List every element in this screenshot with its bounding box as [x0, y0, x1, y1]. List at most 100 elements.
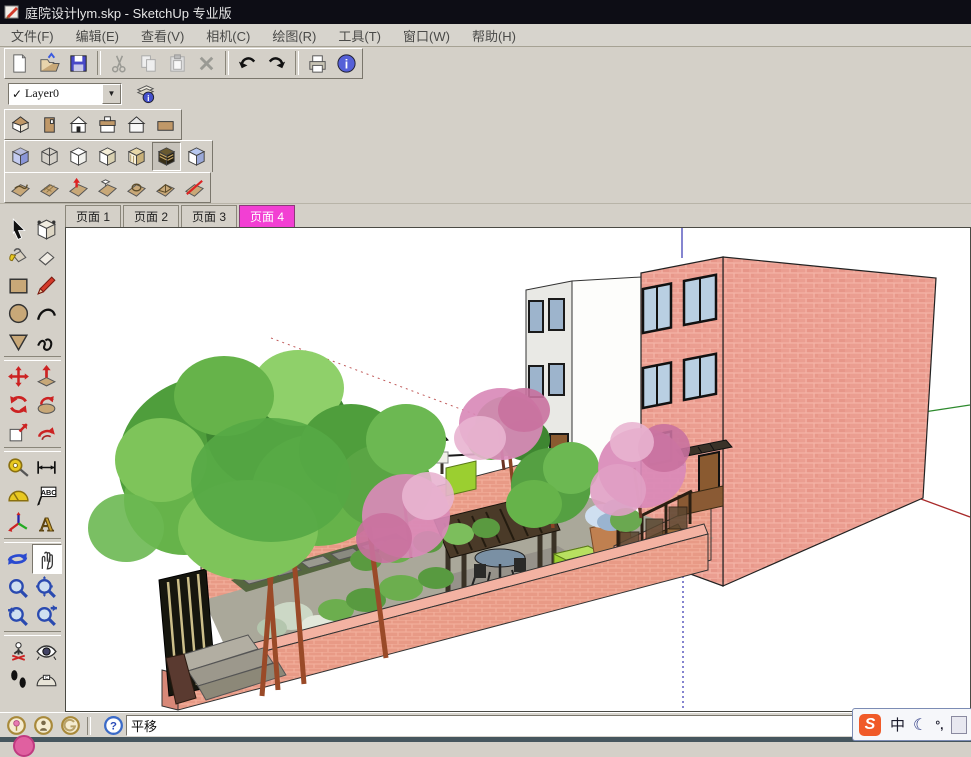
- text-tool-button[interactable]: ABC: [33, 481, 61, 509]
- eraser-icon: [34, 245, 59, 270]
- style-hidden-button[interactable]: [65, 143, 92, 170]
- sb-scratch-button[interactable]: [36, 174, 63, 201]
- protractor-tool-button[interactable]: [5, 481, 33, 509]
- ime-punctuation-toggle[interactable]: °,: [935, 718, 943, 732]
- position-camera-tool-button[interactable]: [5, 637, 33, 665]
- layer-combobox[interactable]: ✓ Layer0 ▼: [8, 83, 122, 105]
- view-back-button[interactable]: [94, 111, 121, 138]
- style-xray-button[interactable]: [7, 143, 34, 170]
- print-button[interactable]: [304, 50, 331, 77]
- cut-button[interactable]: [106, 50, 133, 77]
- orbit-tool-button[interactable]: [4, 544, 32, 572]
- rectangle-tool-button[interactable]: [5, 271, 33, 299]
- menu-file[interactable]: 文件(F): [0, 24, 65, 47]
- redo-button[interactable]: [263, 50, 290, 77]
- sb-stamp-button[interactable]: [94, 174, 121, 201]
- scene-tab-1[interactable]: 页面 1: [65, 205, 121, 227]
- new-file-button[interactable]: [7, 50, 34, 77]
- scene-tab-4[interactable]: 页面 4: [239, 205, 295, 227]
- section-plane-icon: C: [34, 667, 59, 692]
- menu-view[interactable]: 查看(V): [130, 24, 195, 47]
- tool-palette-row: [0, 637, 65, 665]
- view-front-button[interactable]: [65, 111, 92, 138]
- view-top-button[interactable]: [152, 111, 179, 138]
- sb-smoove-button[interactable]: [65, 174, 92, 201]
- zoom-previous-tool-button[interactable]: [5, 602, 33, 630]
- menu-camera[interactable]: 相机(C): [195, 24, 261, 47]
- rotate-tool-button[interactable]: [5, 390, 33, 418]
- zoom-previous-icon: [6, 604, 31, 629]
- paste-button[interactable]: [164, 50, 191, 77]
- sb-detail-button[interactable]: [152, 174, 179, 201]
- freehand-icon: [34, 329, 59, 354]
- paint-bucket-tool-button[interactable]: [5, 243, 33, 271]
- sb-flip-button[interactable]: [181, 174, 208, 201]
- menu-bar: 文件(F)编辑(E)查看(V)相机(C)绘图(R)工具(T)窗口(W)帮助(H): [0, 24, 971, 47]
- view-iso-button[interactable]: [7, 111, 34, 138]
- ime-keyboard-icon[interactable]: [951, 716, 967, 734]
- zoom-extents-tool-button[interactable]: [33, 574, 61, 602]
- axes-tool-button[interactable]: [5, 509, 33, 537]
- scene-tab-2[interactable]: 页面 2: [123, 205, 179, 227]
- undo-button[interactable]: [234, 50, 261, 77]
- line-tool-button[interactable]: [33, 271, 61, 299]
- open-folder-button[interactable]: [36, 50, 63, 77]
- view-right-button[interactable]: [36, 111, 63, 138]
- look-around-tool-button[interactable]: [33, 637, 61, 665]
- tape-measure-tool-button[interactable]: [5, 453, 33, 481]
- model-viewport[interactable]: [65, 227, 971, 712]
- eraser-tool-button[interactable]: [33, 243, 61, 271]
- menu-help[interactable]: 帮助(H): [461, 24, 527, 47]
- person-badge-icon[interactable]: [33, 715, 54, 736]
- g-badge-icon[interactable]: [60, 715, 81, 736]
- freehand-tool-button[interactable]: [33, 327, 61, 355]
- style-tex-icon: [125, 145, 148, 168]
- geo-pin-badge-icon[interactable]: [6, 715, 27, 736]
- sogou-logo-icon[interactable]: S: [859, 714, 881, 736]
- menu-tools[interactable]: 工具(T): [327, 24, 392, 47]
- zoom-tool-button[interactable]: [5, 574, 33, 602]
- copy-button[interactable]: [135, 50, 162, 77]
- style-tex-button[interactable]: [123, 143, 150, 170]
- zoom-next-tool-button[interactable]: [33, 602, 61, 630]
- move-tool-button[interactable]: [5, 362, 33, 390]
- ime-moon-icon[interactable]: ☾: [913, 715, 927, 735]
- row-sandbox-group: [4, 172, 211, 203]
- polygon-tool-button[interactable]: [5, 327, 33, 355]
- view-left-button[interactable]: [123, 111, 150, 138]
- layer-dropdown-button[interactable]: ▼: [102, 84, 121, 104]
- push-pull-tool-button[interactable]: [33, 362, 61, 390]
- delete-x-button[interactable]: [193, 50, 220, 77]
- zoom-extents-icon: [34, 576, 59, 601]
- pan-tool-button[interactable]: [32, 544, 62, 574]
- status-bar: ? 平移: [0, 712, 971, 738]
- save-button[interactable]: [65, 50, 92, 77]
- walk-tool-button[interactable]: [5, 665, 33, 693]
- select-tool-button[interactable]: [5, 215, 33, 243]
- make-component-tool-button[interactable]: [33, 215, 61, 243]
- menu-draw[interactable]: 绘图(R): [261, 24, 327, 47]
- ime-language-toggle[interactable]: 中: [890, 714, 905, 735]
- sb-drape-button[interactable]: [123, 174, 150, 201]
- sb-contour-button[interactable]: [7, 174, 34, 201]
- help-question-icon[interactable]: ?: [103, 715, 124, 736]
- offset-tool-button[interactable]: [33, 418, 61, 446]
- menu-edit[interactable]: 编辑(E): [65, 24, 130, 47]
- arc-tool-button[interactable]: [33, 299, 61, 327]
- section-plane-tool-button[interactable]: C: [33, 665, 61, 693]
- scale-tool-button[interactable]: [5, 418, 33, 446]
- style-mono-button[interactable]: [183, 143, 210, 170]
- menu-window[interactable]: 窗口(W): [392, 24, 461, 47]
- axes-icon: [6, 511, 31, 536]
- style-tex-dark-button[interactable]: [152, 142, 181, 171]
- style-shaded-button[interactable]: [94, 143, 121, 170]
- model-info-button[interactable]: i: [333, 50, 360, 77]
- circle-tool-button[interactable]: [5, 299, 33, 327]
- dimension-tool-button[interactable]: [33, 453, 61, 481]
- follow-me-tool-button[interactable]: [33, 390, 61, 418]
- scene-tab-3[interactable]: 页面 3: [181, 205, 237, 227]
- taskbar-app-dot[interactable]: [13, 735, 35, 757]
- text-3d-tool-button[interactable]: A: [33, 509, 61, 537]
- layer-manager-button[interactable]: i: [132, 80, 159, 107]
- style-wire-button[interactable]: [36, 143, 63, 170]
